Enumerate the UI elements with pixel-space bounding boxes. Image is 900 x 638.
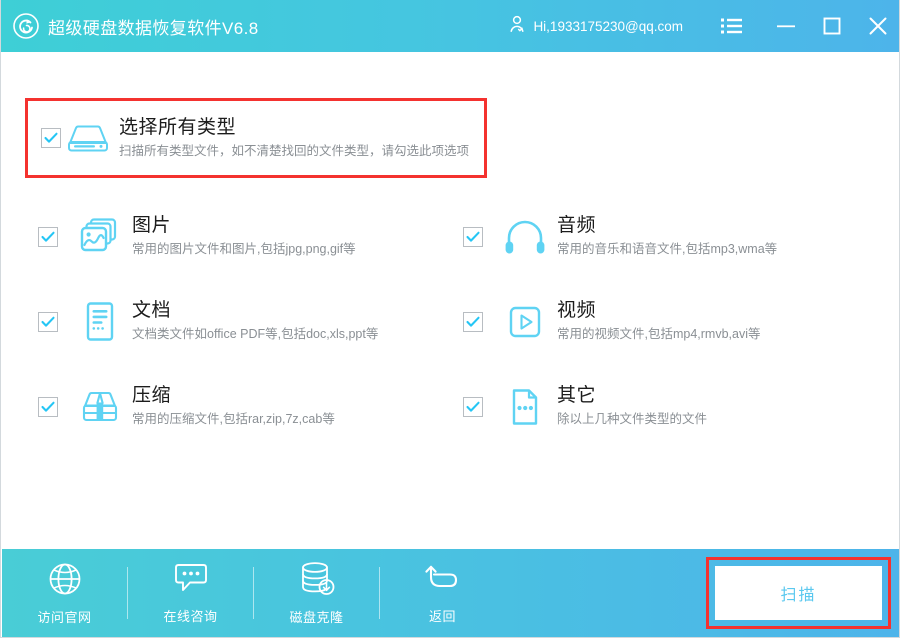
- file-type-picture[interactable]: 图片 常用的图片文件和图片,包括jpg,png,gif等: [38, 194, 463, 279]
- video-checkbox[interactable]: [463, 311, 483, 332]
- audio-text: 音频 常用的音乐和语音文件,包括mp3,wma等: [557, 214, 777, 259]
- document-text: 文档 文档类文件如office PDF等,包括doc,xls,ppt等: [132, 299, 378, 344]
- select-all-desc: 扫描所有类型文件，如不清楚找回的文件类型，请勾选此项选项: [119, 143, 470, 158]
- picture-checkbox[interactable]: [38, 226, 58, 247]
- file-type-archive[interactable]: 压缩 常用的压缩文件,包括rar,zip,7z,cab等: [38, 364, 463, 449]
- picture-icon: [72, 217, 128, 257]
- scan-button-highlight: 扫描: [706, 557, 891, 629]
- picture-desc: 常用的图片文件和图片,包括jpg,png,gif等: [132, 242, 356, 256]
- archive-desc: 常用的压缩文件,包括rar,zip,7z,cab等: [132, 412, 335, 426]
- online-consult-button[interactable]: 在线咨询: [128, 549, 253, 637]
- app-disc-logo-icon: [13, 13, 39, 39]
- file-type-video[interactable]: 视频 常用的视频文件,包括mp4,rmvb,avi等: [463, 279, 868, 364]
- content-area: 选择所有类型 扫描所有类型文件，如不清楚找回的文件类型，请勾选此项选项 图片 常…: [2, 52, 899, 548]
- close-icon[interactable]: [855, 0, 899, 52]
- back-button[interactable]: 返回: [380, 549, 505, 637]
- other-text: 其它 除以上几种文件类型的文件: [557, 384, 707, 429]
- account-name-label: Hi,1933175230@qq.com: [533, 18, 683, 34]
- other-checkbox[interactable]: [463, 396, 483, 417]
- back-arrow-icon: [424, 562, 462, 601]
- document-title: 文档: [132, 300, 172, 321]
- online-consult-label: 在线咨询: [163, 608, 218, 624]
- audio-title: 音频: [557, 215, 597, 236]
- document-icon: [72, 301, 128, 343]
- other-desc: 除以上几种文件类型的文件: [557, 412, 708, 426]
- file-type-document[interactable]: 文档 文档类文件如office PDF等,包括doc,xls,ppt等: [38, 279, 463, 364]
- list-menu-icon[interactable]: [709, 0, 755, 52]
- maximize-icon[interactable]: [809, 0, 855, 52]
- audio-checkbox[interactable]: [463, 226, 483, 247]
- disk-clone-button[interactable]: 磁盘克隆: [254, 549, 379, 637]
- video-text: 视频 常用的视频文件,包括mp4,rmvb,avi等: [557, 299, 761, 344]
- bottom-toolbar: 访问官网 在线咨询 磁盘克隆 返回 扫描: [2, 549, 899, 637]
- disk-clone-icon: [298, 561, 336, 602]
- chat-bubble-icon: [172, 562, 210, 601]
- visit-website-button[interactable]: 访问官网: [2, 549, 127, 637]
- video-desc: 常用的视频文件,包括mp4,rmvb,avi等: [557, 327, 761, 341]
- app-window: 超级硬盘数据恢复软件V6.8 Hi,1933175230@qq.com 选择所有…: [0, 0, 900, 638]
- select-all-types-highlight: 选择所有类型 扫描所有类型文件，如不清楚找回的文件类型，请勾选此项选项: [25, 98, 487, 178]
- hard-drive-icon: [61, 121, 115, 155]
- picture-title: 图片: [132, 215, 172, 236]
- back-label: 返回: [428, 608, 456, 624]
- archive-title: 压缩: [132, 385, 172, 406]
- select-all-title: 选择所有类型: [119, 116, 237, 138]
- select-all-text: 选择所有类型 扫描所有类型文件，如不清楚找回的文件类型，请勾选此项选项: [119, 116, 469, 161]
- page-title: 超级硬盘数据恢复软件V6.8: [48, 18, 259, 38]
- archive-text: 压缩 常用的压缩文件,包括rar,zip,7z,cab等: [132, 384, 335, 429]
- disk-clone-label: 磁盘克隆: [289, 609, 344, 625]
- video-title: 视频: [557, 300, 597, 321]
- headphones-icon: [497, 218, 553, 256]
- title-bar: 超级硬盘数据恢复软件V6.8 Hi,1933175230@qq.com: [1, 0, 899, 52]
- select-all-types-row[interactable]: 选择所有类型 扫描所有类型文件，如不清楚找回的文件类型，请勾选此项选项: [28, 101, 484, 175]
- account-info[interactable]: Hi,1933175230@qq.com: [508, 14, 683, 38]
- other-title: 其它: [557, 385, 597, 406]
- user-icon: [508, 14, 526, 38]
- document-checkbox[interactable]: [38, 311, 58, 332]
- file-type-grid: 图片 常用的图片文件和图片,包括jpg,png,gif等 音频 常用的音乐和语音…: [38, 194, 868, 449]
- file-type-other[interactable]: 其它 除以上几种文件类型的文件: [463, 364, 868, 449]
- file-type-audio[interactable]: 音频 常用的音乐和语音文件,包括mp3,wma等: [463, 194, 868, 279]
- document-desc: 文档类文件如office PDF等,包括doc,xls,ppt等: [132, 327, 379, 341]
- audio-desc: 常用的音乐和语音文件,包括mp3,wma等: [557, 242, 778, 256]
- video-play-icon: [497, 302, 553, 342]
- minimize-icon[interactable]: [763, 0, 809, 52]
- archive-checkbox[interactable]: [38, 396, 58, 417]
- globe-icon: [47, 561, 83, 602]
- select-all-checkbox[interactable]: [41, 128, 61, 148]
- titlebar-controls: Hi,1933175230@qq.com: [508, 0, 899, 52]
- file-dots-icon: [497, 386, 553, 428]
- visit-website-label: 访问官网: [37, 609, 92, 625]
- package-icon: [72, 387, 128, 427]
- scan-button[interactable]: 扫描: [715, 566, 882, 620]
- picture-text: 图片 常用的图片文件和图片,包括jpg,png,gif等: [132, 214, 356, 259]
